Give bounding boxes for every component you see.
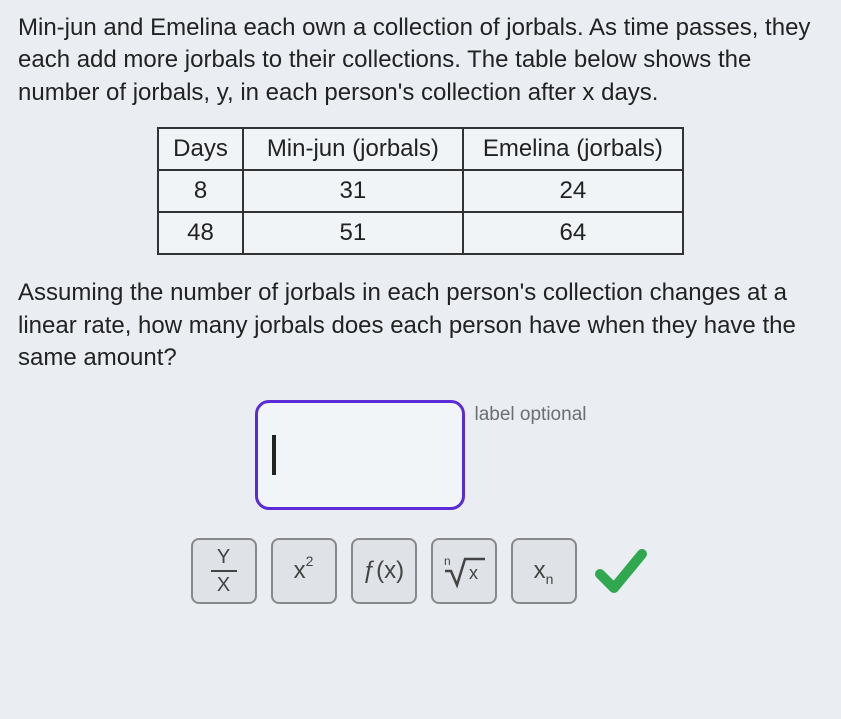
cell-emelina-0: 24 <box>463 170 683 212</box>
table-header-row: Days Min-jun (jorbals) Emelina (jorbals) <box>158 128 683 170</box>
fraction-bar-icon <box>211 570 237 572</box>
exponent-base: x <box>294 557 306 585</box>
svg-text:x: x <box>469 563 478 583</box>
cell-minjun-0: 31 <box>243 170 463 212</box>
answer-input[interactable] <box>255 400 465 510</box>
cell-minjun-1: 51 <box>243 212 463 254</box>
table-row: 48 51 64 <box>158 212 683 254</box>
checkmark-icon <box>594 544 648 598</box>
answer-label-hint: label optional <box>475 400 587 426</box>
table-row: 8 31 24 <box>158 170 683 212</box>
header-minjun: Min-jun (jorbals) <box>243 128 463 170</box>
question-prompt-1: Min-jun and Emelina each own a collectio… <box>18 12 823 109</box>
nth-root-button[interactable]: n x <box>431 538 497 604</box>
text-cursor <box>272 435 276 475</box>
question-prompt-2: Assuming the number of jorbals in each p… <box>18 277 823 374</box>
math-toolbar: Y X x2 ƒ(x) n x xn <box>18 538 823 604</box>
header-days: Days <box>158 128 243 170</box>
data-table-container: Days Min-jun (jorbals) Emelina (jorbals)… <box>18 127 823 255</box>
fraction-numerator: Y <box>217 547 230 567</box>
function-label: ƒ(x) <box>363 557 404 585</box>
fraction-denominator: X <box>217 575 230 595</box>
subscript-sub: n <box>546 571 554 587</box>
header-emelina: Emelina (jorbals) <box>463 128 683 170</box>
data-table: Days Min-jun (jorbals) Emelina (jorbals)… <box>157 127 684 255</box>
submit-check-button[interactable] <box>591 541 651 601</box>
exponent-button[interactable]: x2 <box>271 538 337 604</box>
cell-days-1: 48 <box>158 212 243 254</box>
subscript-button[interactable]: xn <box>511 538 577 604</box>
function-button[interactable]: ƒ(x) <box>351 538 417 604</box>
cell-emelina-1: 64 <box>463 212 683 254</box>
root-icon: n x <box>441 551 487 591</box>
svg-text:n: n <box>444 554 451 568</box>
cell-days-0: 8 <box>158 170 243 212</box>
fraction-button[interactable]: Y X <box>191 538 257 604</box>
answer-area: label optional <box>18 400 823 510</box>
subscript-base: x <box>534 557 546 585</box>
exponent-power: 2 <box>306 553 314 569</box>
